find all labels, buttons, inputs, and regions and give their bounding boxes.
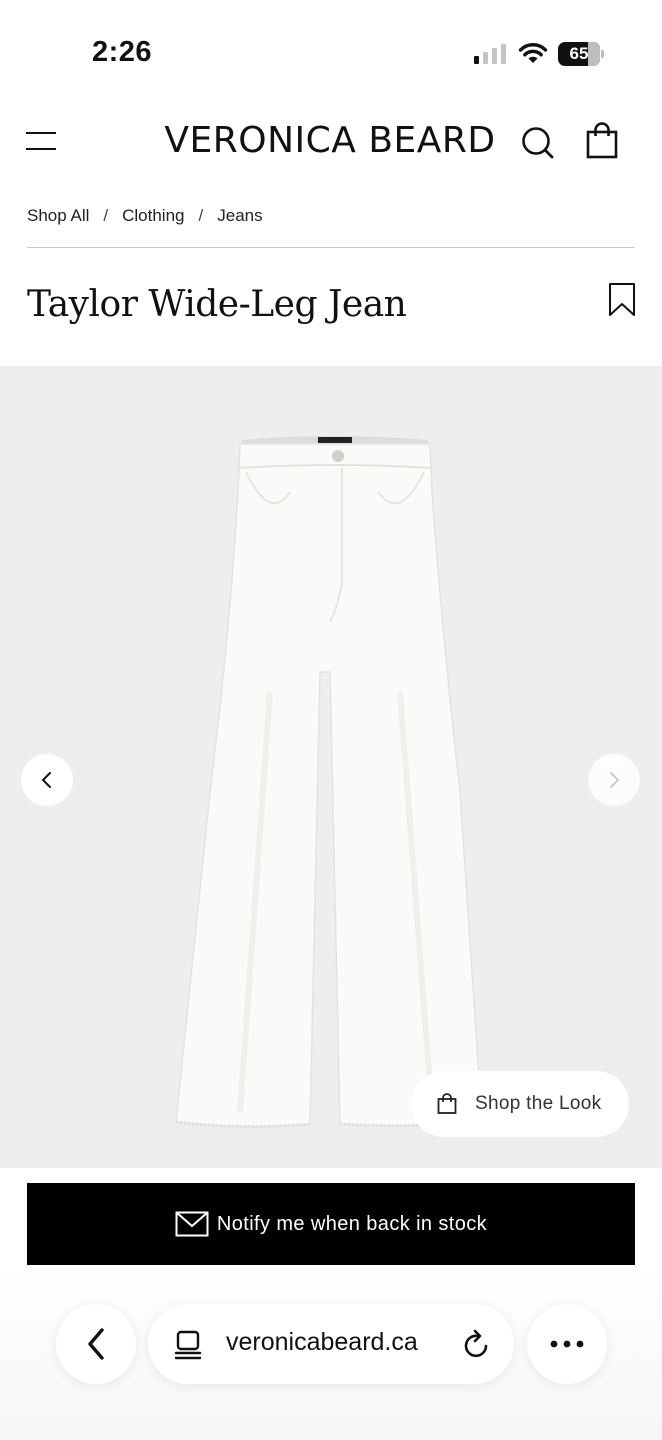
browser-back-button[interactable] [56, 1304, 136, 1384]
breadcrumb-item-clothing[interactable]: Clothing [122, 206, 184, 226]
wifi-icon [518, 43, 548, 63]
status-bar: 2:26 65 [0, 0, 662, 100]
divider [27, 247, 635, 248]
battery-level: 65 [569, 44, 589, 63]
bookmark-icon[interactable] [607, 282, 637, 318]
notify-me-label: Notify me when back in stock [216, 1212, 488, 1235]
back-chevron-icon [88, 1328, 104, 1360]
shop-the-look-button[interactable]: Shop the Look [411, 1071, 629, 1137]
breadcrumb: Shop All / Clothing / Jeans [27, 204, 263, 228]
address-bar[interactable]: veronicabeard.ca [148, 1304, 514, 1384]
product-gallery: Shop the Look [0, 366, 662, 1168]
tabs-icon[interactable] [174, 1330, 202, 1360]
reload-icon[interactable] [462, 1328, 492, 1360]
chevron-left-icon [41, 772, 51, 788]
breadcrumb-item-shop-all[interactable]: Shop All [27, 206, 89, 226]
notify-me-button[interactable]: Notify me when back in stock [27, 1183, 635, 1265]
cellular-signal-icon [474, 44, 508, 64]
brand-logo[interactable]: VERONICA BEARD [150, 120, 510, 161]
menu-icon[interactable] [26, 130, 56, 152]
shop-the-look-label: Shop the Look [475, 1093, 602, 1114]
browser-toolbar: veronicabeard.ca [0, 1270, 662, 1440]
envelope-icon [175, 1211, 209, 1237]
site-header: VERONICA BEARD [0, 100, 662, 186]
search-icon[interactable] [519, 122, 555, 162]
breadcrumb-item-jeans[interactable]: Jeans [217, 206, 262, 226]
breadcrumb-separator: / [198, 206, 204, 225]
more-options-button[interactable] [527, 1304, 607, 1384]
gallery-next-button[interactable] [588, 754, 640, 806]
product-title: Taylor Wide-Leg Jean [27, 284, 407, 325]
url-text[interactable]: veronicabeard.ca [226, 1328, 418, 1357]
shopping-bag-icon [437, 1093, 457, 1114]
product-image[interactable] [170, 432, 500, 1132]
gallery-prev-button[interactable] [21, 754, 73, 806]
status-time: 2:26 [92, 36, 153, 68]
breadcrumb-separator: / [103, 206, 109, 225]
battery-icon: 65 [558, 42, 604, 66]
shopping-bag-icon[interactable] [585, 122, 619, 160]
more-dots-icon [550, 1340, 584, 1348]
chevron-right-icon [610, 772, 620, 788]
